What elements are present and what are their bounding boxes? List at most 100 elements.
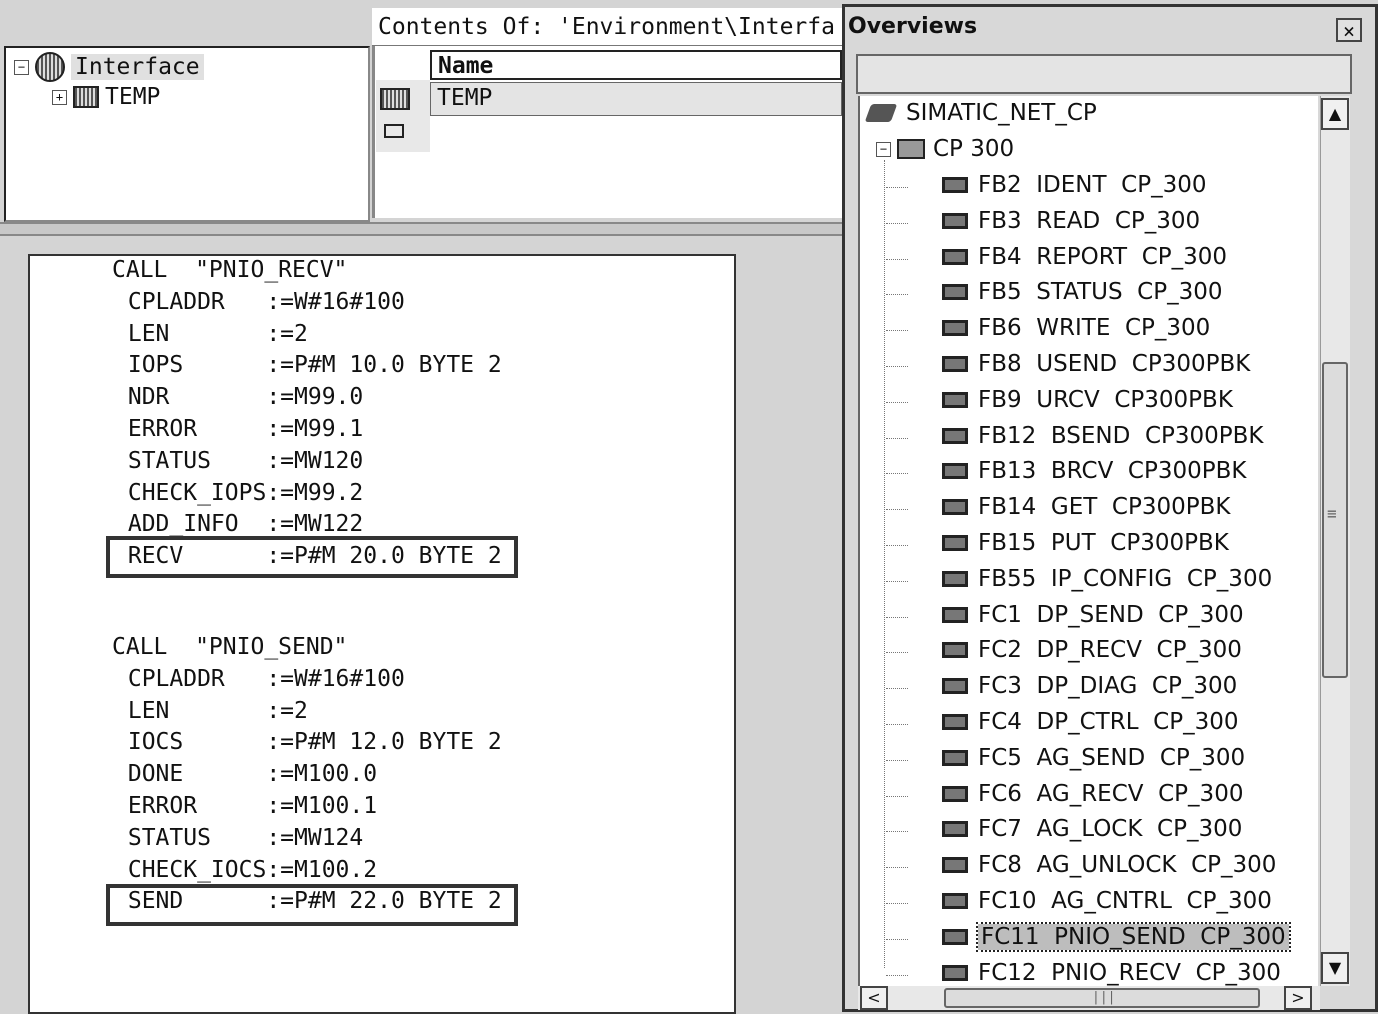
collapse-icon[interactable]: −: [14, 59, 29, 75]
block-list-item[interactable]: FC7 AG_LOCK CP_300: [942, 816, 1242, 842]
tree-node-simatic-net-cp[interactable]: SIMATIC_NET_CP: [864, 100, 1097, 126]
tree-guide-tick: [886, 366, 908, 367]
tree-guide-tick: [886, 545, 908, 546]
contents-header: Contents Of: 'Environment\Interfa: [372, 8, 842, 46]
block-list-item[interactable]: FB14 GET CP300PBK: [942, 494, 1230, 520]
tree-guide-tick: [886, 831, 908, 833]
function-block-icon: [942, 964, 968, 981]
function-block-icon: [942, 248, 968, 265]
tree-guide-tick: [886, 938, 908, 940]
block-list-item[interactable]: FC6 AG_RECV CP_300: [942, 781, 1243, 807]
block-list-label: FC7 AG_LOCK CP_300: [978, 816, 1243, 843]
block-list-item[interactable]: FB4 REPORT CP_300: [942, 244, 1227, 270]
function-block-icon: [942, 606, 968, 623]
horizontal-scroll-thumb[interactable]: |||: [944, 988, 1260, 1008]
block-list-label: FC10 AG_CNTRL CP_300: [978, 888, 1272, 914]
function-block-icon: [942, 857, 968, 874]
block-list-item[interactable]: FC5 AG_SEND CP_300: [942, 745, 1245, 771]
block-list-item[interactable]: FB12 BSEND CP300PBK: [942, 423, 1264, 449]
tree-guide-tick: [886, 294, 908, 296]
scroll-up-button[interactable]: ▲: [1321, 98, 1349, 130]
code-line: CPLADDR :=W#16#100: [114, 665, 405, 692]
overviews-toolbar: [856, 54, 1352, 94]
block-list-item[interactable]: FB5 STATUS CP_300: [942, 279, 1223, 305]
tree-guide-tick: [886, 222, 908, 224]
close-button[interactable]: ×: [1336, 18, 1362, 42]
vertical-scroll-thumb[interactable]: ≡: [1322, 362, 1348, 678]
function-block-icon: [942, 427, 968, 444]
block-list-label: FB5 STATUS CP_300: [978, 279, 1223, 306]
scroll-left-button[interactable]: <: [860, 986, 888, 1010]
tree-node-label: SIMATIC_NET_CP: [906, 100, 1097, 126]
tree-node-temp[interactable]: + TEMP: [52, 84, 160, 110]
code-line: DONE :=M100.0: [114, 761, 378, 788]
block-list-item[interactable]: FC10 AG_CNTRL CP_300: [942, 888, 1272, 914]
block-list-item[interactable]: FB13 BRCV CP300PBK: [942, 458, 1247, 484]
block-list-label: FC3 DP_DIAG CP_300: [978, 673, 1238, 700]
function-block-icon: [942, 320, 968, 337]
block-list-label: FB8 USEND CP300PBK: [978, 351, 1251, 377]
function-block-icon: [942, 928, 968, 945]
block-list-item[interactable]: FC4 DP_CTRL CP_300: [942, 709, 1238, 735]
function-block-icon: [942, 391, 968, 408]
block-list-label: FB3 READ CP_300: [978, 207, 1201, 234]
tree-guide-tick: [886, 401, 908, 403]
contents-icon-column: [376, 80, 430, 152]
tree-guide-tick: [886, 759, 908, 761]
tree-node-label: CP 300: [933, 136, 1015, 162]
block-list-label: FC12 PNIO_RECV CP_300: [978, 959, 1281, 986]
block-list-item[interactable]: FB55 IP_CONFIG CP_300: [942, 566, 1272, 592]
tree-node-label: TEMP: [105, 84, 161, 110]
tree-guide-tick: [886, 688, 908, 690]
block-list-item[interactable]: FB3 READ CP_300: [942, 208, 1200, 234]
block-list-item[interactable]: FC3 DP_DIAG CP_300: [942, 673, 1237, 699]
tree-guide-tick: [886, 903, 908, 904]
collapse-icon[interactable]: −: [876, 141, 891, 157]
block-list-label: FB55 IP_CONFIG CP_300: [978, 565, 1273, 592]
code-line: CALL "PNIO_RECV": [112, 257, 348, 283]
function-block-icon: [942, 642, 968, 659]
folder-icon: [897, 139, 925, 159]
tree-node-interface[interactable]: − Interface: [14, 52, 204, 82]
block-list-item[interactable]: FC1 DP_SEND CP_300: [942, 602, 1244, 628]
new-object-icon[interactable]: [384, 124, 404, 138]
function-block-icon: [942, 212, 968, 229]
code-line: ERROR :=M100.1: [114, 793, 378, 819]
function-block-icon: [942, 356, 968, 372]
block-list-item[interactable]: FB15 PUT CP300PBK: [942, 530, 1229, 556]
function-block-icon: [942, 284, 968, 301]
block-list-label: FC6 AG_RECV CP_300: [978, 780, 1244, 807]
function-block-icon: [942, 678, 968, 695]
contents-row-temp[interactable]: TEMP: [430, 82, 842, 116]
tree-guide-tick: [886, 724, 908, 725]
tree-node-cp300[interactable]: − CP 300: [876, 136, 1014, 162]
function-block-icon: [942, 463, 968, 480]
block-list-item[interactable]: FB2 IDENT CP_300: [942, 172, 1207, 198]
code-line: CHECK_IOPS:=M99.2: [114, 479, 364, 506]
function-block-icon: [942, 893, 968, 909]
block-list-item[interactable]: FB9 URCV CP300PBK: [942, 387, 1233, 413]
block-icon: [380, 88, 410, 110]
code-line: CHECK_IOCS:=M100.2: [114, 856, 378, 883]
tree-guide-tick: [886, 795, 908, 797]
block-list-label: FB9 URCV CP300PBK: [978, 386, 1233, 413]
block-list-item[interactable]: FC12 PNIO_RECV CP_300: [942, 960, 1281, 986]
function-block-icon: [942, 821, 968, 838]
block-list-item[interactable]: FB6 WRITE CP_300: [942, 315, 1210, 341]
tree-guide-tick: [886, 187, 908, 188]
block-list-item[interactable]: FC11 PNIO_SEND CP_300: [942, 921, 1291, 952]
code-line: LEN :=2: [114, 320, 308, 347]
block-list-item[interactable]: FC8 AG_UNLOCK CP_300: [942, 852, 1276, 878]
scroll-right-button[interactable]: >: [1284, 986, 1312, 1010]
block-list-item[interactable]: FC2 DP_RECV CP_300: [942, 637, 1242, 663]
library-icon: [864, 104, 898, 122]
code-line: ERROR :=M99.1: [114, 416, 364, 442]
scroll-down-button[interactable]: ▼: [1321, 952, 1349, 984]
interface-icon: [35, 52, 65, 82]
block-list-item[interactable]: FB8 USEND CP300PBK: [942, 351, 1250, 377]
block-list-label: FB15 PUT CP300PBK: [978, 530, 1229, 556]
column-header-name[interactable]: Name: [430, 50, 842, 80]
block-list-label: FB4 REPORT CP_300: [978, 243, 1228, 270]
pane-splitter[interactable]: [0, 222, 842, 236]
expand-icon[interactable]: +: [52, 89, 67, 105]
